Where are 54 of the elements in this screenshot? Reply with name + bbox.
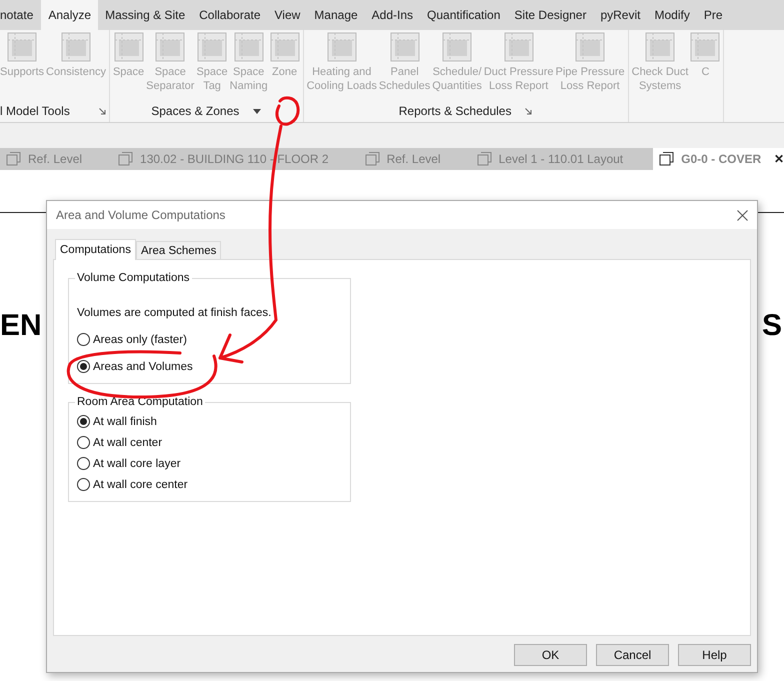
group-title: Room Area Computation: [75, 396, 205, 408]
document-tab-label: G0-0 - COVER: [681, 152, 762, 166]
sheet-icon: [118, 152, 134, 166]
launcher-arrow-icon[interactable]: [98, 108, 106, 114]
document-tab-label: Level 1 - 110.01 Layout: [498, 152, 624, 166]
radio-option[interactable]: Areas only (faster): [77, 333, 342, 346]
caret-icon[interactable]: [253, 108, 262, 114]
sheet-title-text: EN: [0, 309, 42, 343]
panel-title: Spaces & Zones: [151, 104, 240, 118]
sheet-icon: [476, 152, 492, 166]
radio-option[interactable]: At wall core center: [77, 478, 342, 491]
dialog-tab[interactable]: Area Schemes: [136, 241, 222, 259]
ribbon-tab[interactable]: Pre: [696, 0, 730, 30]
radio-option[interactable]: Areas and Volumes: [77, 360, 342, 373]
sheet-icon: [364, 152, 380, 166]
ribbon-tab[interactable]: Site Designer: [507, 0, 594, 30]
ribbon-tab[interactable]: Add-Ins: [364, 0, 420, 30]
sheet-icon: [659, 152, 674, 166]
radio-button[interactable]: [77, 333, 90, 346]
sheet-title-text: S: [762, 309, 782, 343]
note-text: Volumes are computed at finish faces.: [77, 306, 272, 319]
radio-button[interactable]: [77, 457, 90, 470]
launcher-arrow-icon[interactable]: [525, 108, 532, 114]
close-tab-button[interactable]: ✕: [774, 152, 784, 166]
ribbon-tab[interactable]: pyRevit: [593, 0, 648, 30]
panel-title: Reports & Schedules: [398, 104, 512, 118]
dialog-tab[interactable]: Computations: [55, 239, 136, 260]
ribbon-tab[interactable]: notate: [0, 0, 42, 30]
dialog-button[interactable]: Cancel: [596, 644, 669, 666]
radio-button[interactable]: [77, 436, 90, 449]
radio-option[interactable]: At wall center: [77, 436, 342, 449]
ribbon-tab[interactable]: Quantification: [420, 0, 508, 30]
ribbon-tab[interactable]: Modify: [647, 0, 697, 30]
radio-button[interactable]: [77, 478, 90, 491]
dialog-title: Area and Volume Computations: [56, 208, 226, 222]
ribbon-tab[interactable]: Manage: [307, 0, 365, 30]
document-tab[interactable]: G0-0 - COVER ✕: [653, 148, 784, 170]
radio-button[interactable]: [77, 415, 90, 428]
document-tab-label: Ref. Level: [386, 152, 441, 166]
radio-button[interactable]: [77, 360, 90, 373]
ribbon-tab[interactable]: View: [268, 0, 308, 30]
radio-option[interactable]: At wall core layer: [77, 457, 342, 470]
dialog-button[interactable]: OK: [514, 644, 587, 666]
sheet-icon: [6, 152, 21, 166]
ribbon-tab[interactable]: Analyze: [41, 0, 98, 30]
dialog-button[interactable]: Help: [678, 644, 751, 666]
group-title: Volume Computations: [75, 272, 192, 284]
ribbon-tab[interactable]: Collaborate: [192, 0, 268, 30]
document-tab-label: 130.02 - BUILDING 110 - FLOOR 2: [140, 152, 329, 166]
document-tab-label: Ref. Level: [28, 152, 82, 166]
ribbon-tab[interactable]: Massing & Site: [98, 0, 192, 30]
close-icon[interactable]: [737, 210, 748, 220]
radio-option[interactable]: At wall finish: [77, 415, 342, 428]
panel-title: l Model Tools: [0, 104, 70, 118]
